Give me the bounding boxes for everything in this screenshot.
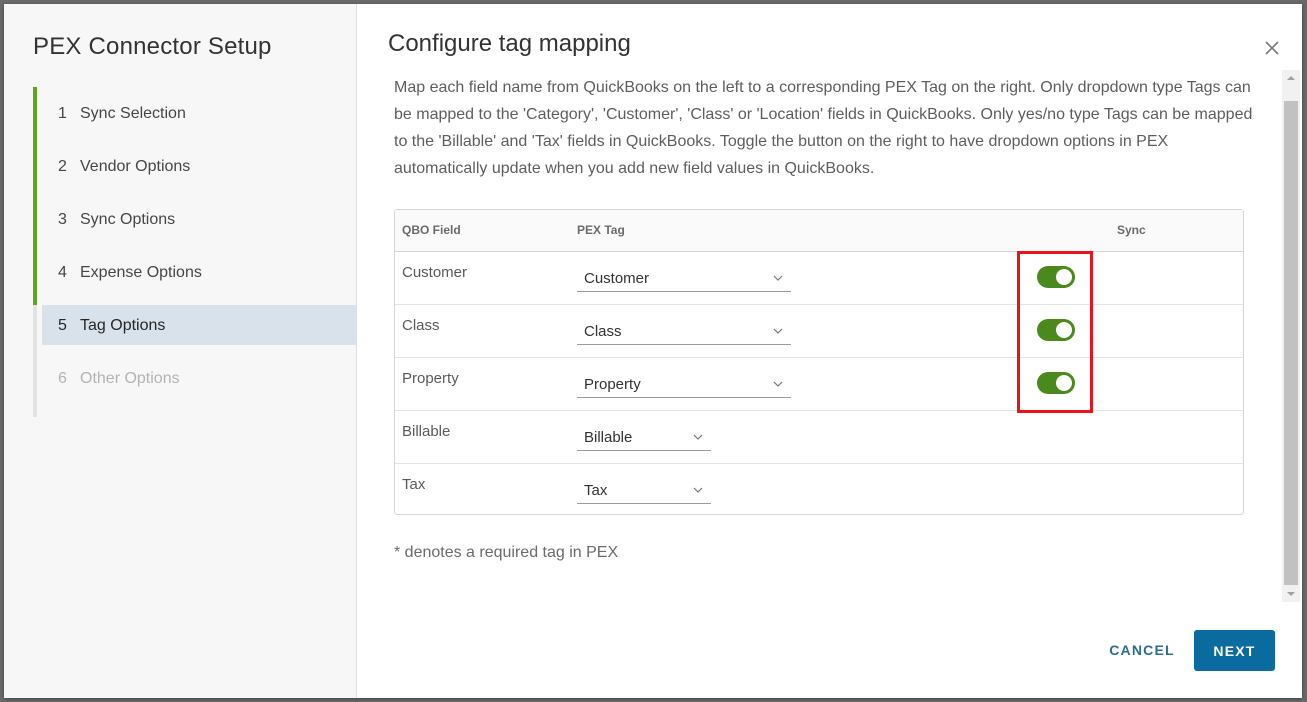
pex-tag-select-customer[interactable]: Customer <box>577 266 791 292</box>
chevron-down-icon <box>773 328 783 334</box>
qbo-field-label: Class <box>402 317 440 334</box>
step-tag-options[interactable]: 5 Tag Options <box>33 299 357 352</box>
step-number: 4 <box>58 263 67 281</box>
qbo-field-label: Customer <box>402 264 468 281</box>
chevron-down-icon <box>693 434 703 440</box>
step-number: 3 <box>58 210 67 228</box>
column-header-pex-tag: PEX Tag <box>577 223 625 237</box>
instructions-text: Map each field name from QuickBooks on t… <box>394 79 1253 177</box>
select-value: Customer <box>584 270 650 287</box>
table-header: QBO Field PEX Tag Sync <box>395 210 1243 252</box>
pex-tag-select-property[interactable]: Property <box>577 372 791 398</box>
step-label: Vendor Options <box>80 157 191 175</box>
step-progress-bar <box>33 140 37 193</box>
qbo-field-label: Property <box>402 370 459 387</box>
step-label: Other Options <box>80 369 180 387</box>
tag-mapping-table: QBO Field PEX Tag Sync Customer Customer… <box>394 209 1244 515</box>
page-title: Configure tag mapping <box>388 30 631 57</box>
step-sync-selection[interactable]: 1 Sync Selection <box>33 87 357 140</box>
close-icon <box>1265 41 1279 55</box>
step-label: Expense Options <box>80 263 202 281</box>
step-label: Sync Selection <box>80 104 186 122</box>
select-value: Class <box>584 323 622 340</box>
step-other-options[interactable]: 6 Other Options <box>33 352 357 417</box>
step-list: 1 Sync Selection 2 Vendor Options 3 Sync… <box>33 87 357 417</box>
scroll-down-arrow[interactable] <box>1282 586 1300 602</box>
step-label: Sync Options <box>80 210 176 228</box>
qbo-field-label: Billable <box>402 423 451 440</box>
step-number: 2 <box>58 157 67 175</box>
content-scrollbar[interactable] <box>1282 70 1300 602</box>
qbo-field-label: Tax <box>402 476 426 493</box>
setup-sidebar: PEX Connector Setup 1 Sync Selection 2 V… <box>4 4 357 698</box>
step-content: 5 Tag Options <box>33 317 165 335</box>
close-button[interactable] <box>1262 38 1282 58</box>
step-progress-bar <box>33 87 37 140</box>
step-number: 5 <box>58 316 67 334</box>
chevron-down-icon <box>693 487 703 493</box>
step-sync-options[interactable]: 3 Sync Options <box>33 193 357 246</box>
table-row-customer: Customer Customer <box>395 252 1243 305</box>
select-value: Billable <box>584 429 633 446</box>
cancel-button[interactable]: CANCEL <box>1096 630 1188 670</box>
chevron-down-icon <box>773 275 783 281</box>
step-number: 1 <box>58 104 67 122</box>
step-progress-track <box>33 352 37 417</box>
step-label: Tag Options <box>80 316 166 334</box>
table-row-class: Class Class <box>395 305 1243 358</box>
scroll-thumb[interactable] <box>1284 101 1298 585</box>
pex-tag-select-tax[interactable]: Tax <box>577 478 711 504</box>
connector-setup-modal: PEX Connector Setup 1 Sync Selection 2 V… <box>4 4 1302 698</box>
pex-tag-select-billable[interactable]: Billable <box>577 425 711 451</box>
pex-tag-select-class[interactable]: Class <box>577 319 791 345</box>
select-value: Property <box>584 376 641 393</box>
step-progress-bar <box>33 246 37 299</box>
step-expense-options[interactable]: 4 Expense Options <box>33 246 357 299</box>
step-vendor-options[interactable]: 2 Vendor Options <box>33 140 357 193</box>
required-tag-footnote: * denotes a required tag in PEX <box>394 544 619 561</box>
sidebar-title: PEX Connector Setup <box>33 33 272 60</box>
column-header-qbo-field: QBO Field <box>402 223 461 237</box>
step-number: 6 <box>58 369 67 387</box>
table-row-billable: Billable Billable <box>395 411 1243 464</box>
column-header-sync: Sync <box>1117 223 1146 237</box>
table-row-tax: Tax Tax <box>395 464 1243 517</box>
next-button[interactable]: NEXT <box>1194 630 1275 671</box>
annotation-highlight-box <box>1017 251 1093 413</box>
chevron-down-icon <box>773 381 783 387</box>
scroll-up-arrow[interactable] <box>1282 70 1300 86</box>
select-value: Tax <box>584 482 608 499</box>
step-progress-bar <box>33 193 37 246</box>
table-row-property: Property Property <box>395 358 1243 411</box>
